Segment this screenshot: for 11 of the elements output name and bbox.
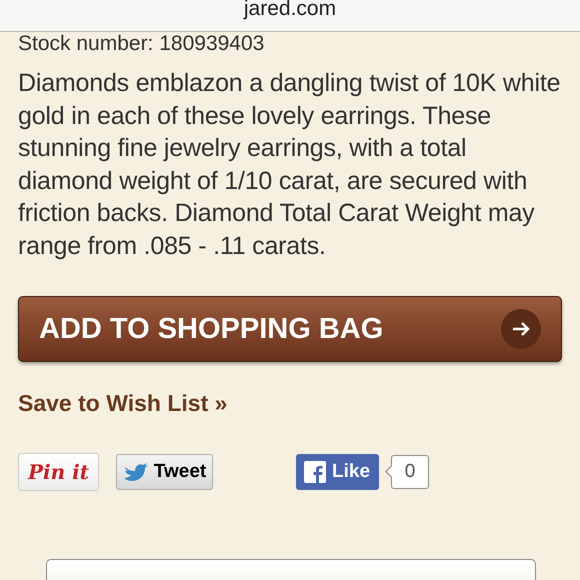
pin-it-button[interactable]: Pin it — [18, 453, 99, 491]
like-button[interactable]: Like — [296, 454, 380, 490]
add-to-bag-button[interactable]: ADD TO SHOPPING BAG — [18, 296, 562, 362]
wish-list-link[interactable]: Save to Wish List » — [18, 390, 228, 417]
product-description: Diamonds emblazon a dangling twist of 10K white gold in each of these lovely earrings. These stunning fine jewelry earrings, with a total diamond weight of 1/10 carat, are secured with friction backs. Diamond Total Carat Weight may range from .085 - .11 carats. — [18, 68, 562, 262]
tweet-button[interactable]: Tweet — [116, 454, 213, 490]
address-text: jared.com — [244, 0, 336, 20]
bird-icon — [122, 461, 151, 483]
stock-number: Stock number: 180939403 — [18, 33, 266, 55]
facebook-icon — [304, 461, 326, 483]
like-count: 0 — [385, 455, 430, 489]
